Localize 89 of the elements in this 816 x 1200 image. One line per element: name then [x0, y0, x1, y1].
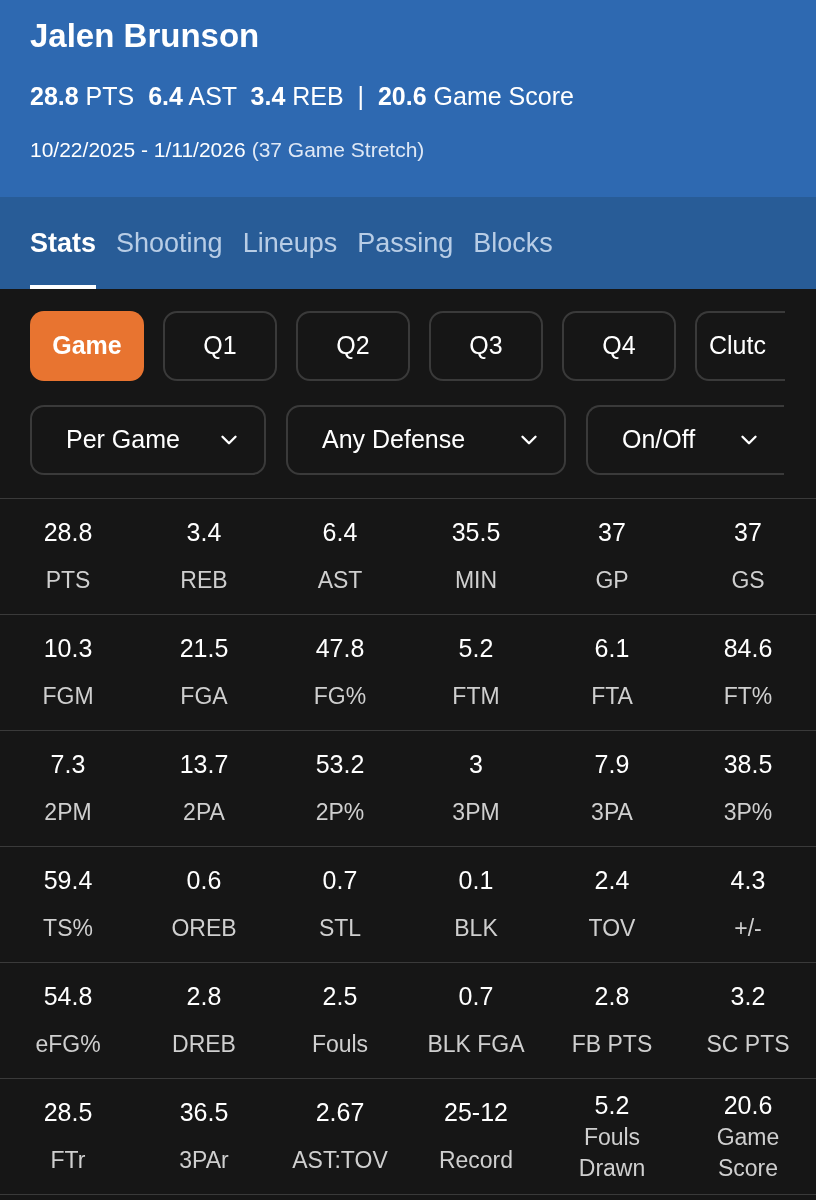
stat-label: REB — [179, 566, 229, 595]
stat-label: Fouls — [310, 1030, 370, 1059]
filter-dropdown[interactable]: Any Defense — [286, 405, 566, 475]
stat-label: FB PTS — [570, 1030, 654, 1059]
stat-label: AST — [316, 566, 364, 595]
stat-value: 28.5 — [43, 1097, 93, 1127]
stat-value: 84.6 — [723, 633, 773, 663]
stat-label: OREB — [170, 914, 238, 943]
player-name: Jalen Brunson — [30, 16, 261, 56]
stat-label: 2P% — [314, 798, 366, 827]
stat-value: 2.8 — [594, 981, 630, 1011]
stat-value: 36.5 — [179, 1097, 229, 1127]
stat-value: 0.7 — [322, 865, 358, 895]
stat-value: 53.2 — [315, 749, 365, 779]
stat-label: +/- — [733, 914, 763, 943]
stat-label: BLK FGA — [426, 1030, 526, 1059]
stat-value: 10.3 — [43, 633, 93, 663]
stat-value: 0.1 — [458, 865, 494, 895]
stat-value: 59.4 — [43, 865, 93, 895]
stat-label: 3PAr — [178, 1146, 230, 1175]
stat-label: FGA — [179, 682, 229, 711]
period-button[interactable]: Clutc — [695, 311, 785, 381]
stat-label: Game Score — [715, 1122, 781, 1183]
stat-value: 0.6 — [186, 865, 222, 895]
filter-dropdown[interactable]: On/Off — [586, 405, 784, 475]
tab[interactable]: Blocks — [473, 222, 553, 289]
period-button[interactable]: Q3 — [429, 311, 543, 381]
stat-value: 7.3 — [50, 749, 86, 779]
stat-value: 35.5 — [451, 517, 501, 547]
stat-value: 7.9 — [594, 749, 630, 779]
stat-label: SC PTS — [705, 1030, 791, 1059]
stat-label: Fouls Drawn — [577, 1122, 647, 1183]
stretch-label: (37 Game Stretch) — [251, 136, 425, 163]
stat-value: 5.2 — [594, 1089, 630, 1120]
stat-label: FT% — [722, 682, 774, 711]
stat-label: STL — [317, 914, 363, 943]
stat-value: 4.3 — [730, 865, 766, 895]
stat-label: MIN — [453, 566, 499, 595]
stat-label: FTA — [590, 682, 634, 711]
stat-value: 37 — [734, 517, 762, 547]
stat-label: 3P% — [722, 798, 774, 827]
stat-label: GP — [594, 566, 630, 595]
filter-dropdown[interactable]: Per Game — [30, 405, 266, 475]
stat-label: 3PA — [590, 798, 634, 827]
stat-label: eFG% — [34, 1030, 102, 1059]
stat-label: 2PM — [43, 798, 93, 827]
stat-value: 2.5 — [322, 981, 358, 1011]
stat-value: 28.8 — [43, 517, 93, 547]
stat-value: 6.4 — [322, 517, 358, 547]
stat-value: 13.7 — [179, 749, 229, 779]
tab[interactable]: Passing — [357, 222, 454, 289]
stat-value: 47.8 — [315, 633, 365, 663]
stat-label: DREB — [171, 1030, 237, 1059]
stat-value: 0.7 — [458, 981, 494, 1011]
stat-value: 5.2 — [458, 633, 494, 663]
stat-value: 2.4 — [594, 865, 630, 895]
stat-value: 20.6 — [723, 1089, 773, 1120]
stat-label: FG% — [312, 682, 368, 711]
stat-label: FGM — [41, 682, 95, 711]
stat-value: 21.5 — [179, 633, 229, 663]
tab[interactable]: Stats — [30, 222, 97, 289]
stat-value: 37 — [598, 517, 626, 547]
stat-label: BLK — [453, 914, 499, 943]
stat-value: 3.2 — [730, 981, 766, 1011]
stat-value: 38.5 — [723, 749, 773, 779]
tab[interactable]: Lineups — [242, 222, 338, 289]
period-button[interactable]: Q1 — [163, 311, 277, 381]
stat-value: 54.8 — [43, 981, 93, 1011]
date-range: 10/22/2025 - 1/11/2026 — [30, 136, 246, 163]
stat-label: 3PM — [451, 798, 501, 827]
stat-summary: 28.8 PTS 6.4 AST 3.4 REB | 20.6 Game Score — [30, 81, 575, 112]
stat-value: 6.1 — [594, 633, 630, 663]
stat-label: TOV — [587, 914, 637, 943]
tab[interactable]: Shooting — [116, 222, 223, 289]
stat-value: 3 — [469, 749, 483, 779]
period-button[interactable]: Q2 — [296, 311, 410, 381]
stat-label: PTS — [44, 566, 92, 595]
stat-value: 3.4 — [186, 517, 222, 547]
stat-value: 2.8 — [186, 981, 222, 1011]
stat-label: GS — [730, 566, 766, 595]
stat-value: 25-12 — [444, 1097, 508, 1127]
stat-label: AST:TOV — [291, 1146, 389, 1175]
stat-label: FTr — [49, 1146, 87, 1175]
stat-label: 2PA — [182, 798, 226, 827]
stat-label: Record — [437, 1146, 515, 1175]
period-button[interactable]: Q4 — [562, 311, 676, 381]
stat-label: FTM — [451, 682, 501, 711]
stat-value: 2.67 — [315, 1097, 365, 1127]
stat-label: TS% — [42, 914, 94, 943]
